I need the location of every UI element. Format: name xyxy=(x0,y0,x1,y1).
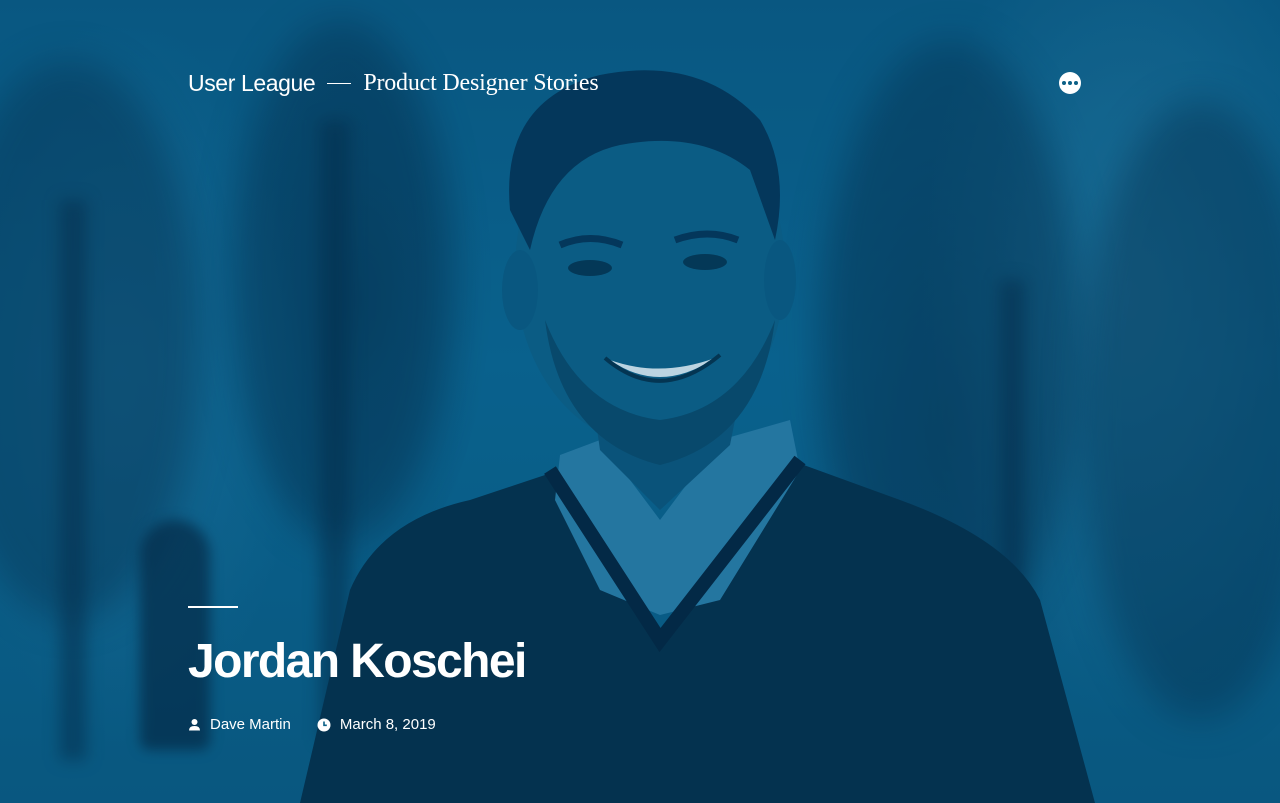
post-author: Dave Martin xyxy=(188,716,291,733)
title-separator xyxy=(327,82,352,84)
site-description: Product Designer Stories xyxy=(363,69,599,96)
menu-dot xyxy=(1062,81,1066,85)
person-icon xyxy=(189,719,200,731)
clock-icon xyxy=(317,718,331,731)
ellipsis-icon[interactable] xyxy=(1059,72,1081,94)
title-rule xyxy=(188,606,238,608)
date-link[interactable]: March 8, 2019 xyxy=(340,716,436,733)
post-title: Jordan Koschei xyxy=(188,635,527,688)
menu-dot xyxy=(1074,81,1078,85)
post-date: March 8, 2019 xyxy=(317,716,436,733)
site-header: User League Product Designer Stories xyxy=(188,66,1081,100)
author-link[interactable]: Dave Martin xyxy=(210,716,291,733)
post-meta: Dave Martin March 8, 2019 xyxy=(188,716,526,733)
entry-header: Jordan Koschei Dave Martin March 8, 2019 xyxy=(188,606,527,733)
menu-dot xyxy=(1068,81,1072,85)
site-title-link[interactable]: User League xyxy=(188,70,316,97)
